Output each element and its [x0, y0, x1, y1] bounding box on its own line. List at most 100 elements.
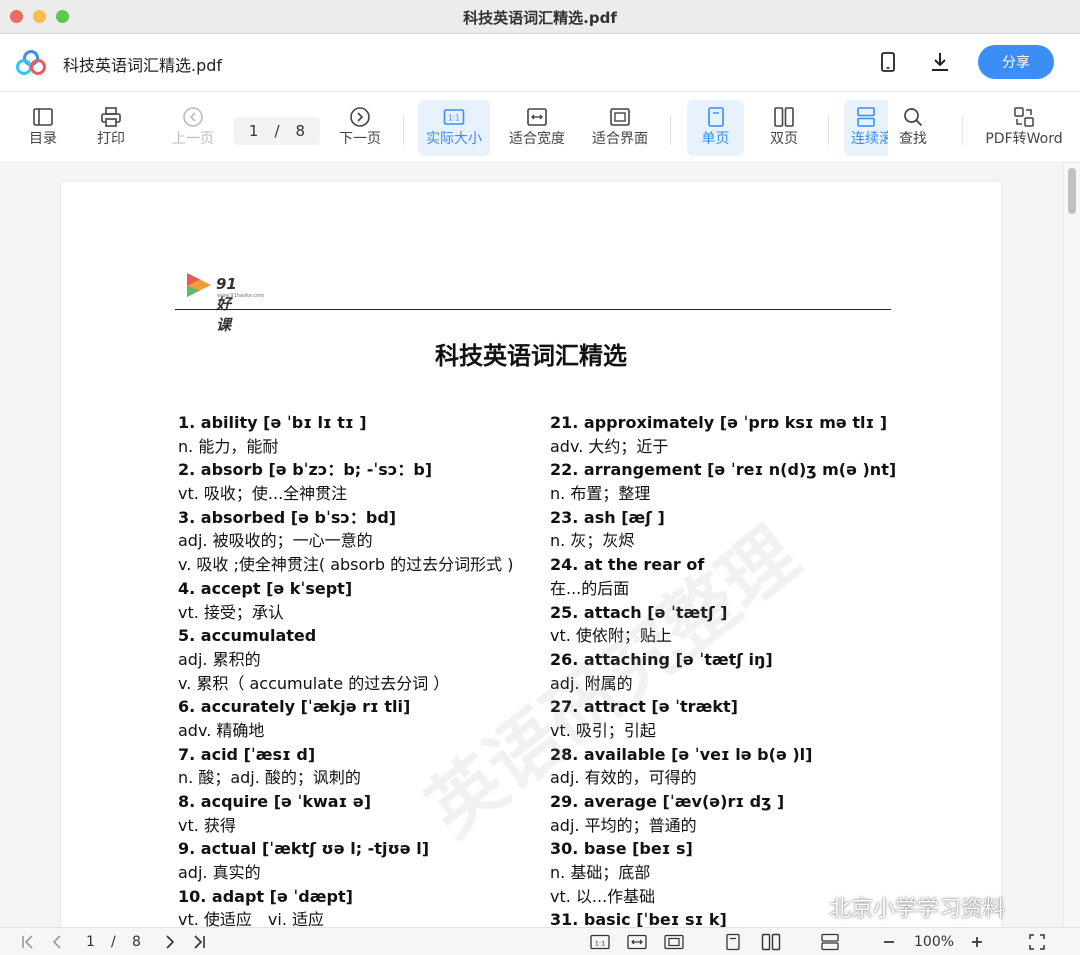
fit-page-button[interactable]: 适合界面	[587, 100, 653, 156]
download-icon[interactable]	[928, 50, 952, 74]
fit-page-label: 适合界面	[592, 131, 648, 147]
vocab-word: 30. base [beɪ s]	[550, 839, 693, 859]
vocab-word: 10. adapt [ə ˈdæpt]	[178, 886, 353, 906]
next-page-label: 下一页	[339, 131, 381, 147]
fit-width-icon[interactable]	[627, 933, 647, 951]
pdf-to-word-label: PDF转Word	[985, 131, 1063, 147]
window-title: 科技英语词汇精选.pdf	[463, 9, 617, 27]
vocab-definition: adj. 真实的	[178, 863, 261, 883]
search-button[interactable]: 查找	[888, 100, 938, 156]
header-rule	[175, 309, 891, 310]
vocab-word: 6. accurately [ˈækjə rɪ tli]	[178, 697, 411, 717]
document-viewer[interactable]: 91好课 www.91haoke.com 科技英语词汇精选 1. ability…	[0, 164, 1080, 927]
vocab-definition: vt. 使适应 vi. 适应	[178, 910, 325, 927]
toc-button[interactable]: 目录	[18, 100, 68, 156]
bottom-page-sep: /	[111, 934, 116, 950]
next-page-icon[interactable]	[163, 933, 177, 951]
bottom-page-total: 8	[132, 934, 141, 950]
single-page-icon[interactable]	[724, 933, 742, 951]
chevron-right-circle-icon	[350, 107, 370, 127]
vocab-word: 1. ability [ə ˈbɪ lɪ tɪ ]	[178, 413, 367, 432]
bottom-bar: 1 / 8 1:1 100%	[0, 927, 1080, 955]
single-page-button[interactable]: 单页	[687, 100, 744, 156]
brand-name: 91好课	[216, 275, 237, 334]
share-button[interactable]: 分享	[978, 45, 1054, 79]
pdf-to-word-button[interactable]: PDF转Word	[982, 100, 1066, 156]
fit-width-button[interactable]: 适合宽度	[504, 100, 570, 156]
svg-text:1:1: 1:1	[595, 939, 605, 947]
vocab-definition: vt. 接受；承认	[178, 602, 284, 622]
actual-size-button[interactable]: 1:1 实际大小	[418, 100, 490, 156]
continuous-scroll-label: 连续滚	[851, 131, 888, 147]
page-sep: /	[274, 122, 280, 140]
vocab-word: 21. approximately [ə ˈprɒ ksɪ mə tlɪ ]	[550, 413, 888, 432]
single-page-label: 单页	[701, 131, 730, 147]
single-page-icon	[707, 107, 724, 127]
print-button[interactable]: 打印	[86, 100, 136, 156]
page-indicator[interactable]: 1 / 8	[234, 117, 320, 145]
toc-icon	[33, 108, 53, 126]
fit-width-label: 适合宽度	[509, 131, 565, 147]
vocab-word: 29. average [ˈæv(ə)rɪ dʒ ]	[550, 792, 785, 811]
actual-size-icon[interactable]: 1:1	[590, 933, 610, 951]
double-page-label: 双页	[770, 131, 798, 147]
vocab-word: 3. absorbed [ə bˈsɔ：bd]	[178, 507, 397, 527]
chevron-left-circle-icon	[183, 107, 203, 127]
vocab-word: 5. accumulated	[178, 626, 317, 646]
continuous-scroll-button[interactable]: 连续滚	[844, 100, 888, 156]
phone-icon[interactable]	[876, 50, 900, 74]
fit-width-icon	[527, 108, 547, 126]
last-page-icon[interactable]	[191, 933, 207, 951]
prev-page-label: 上一页	[172, 131, 214, 147]
first-page-icon[interactable]	[20, 933, 36, 951]
vertical-scrollbar[interactable]	[1063, 164, 1080, 927]
fit-page-icon[interactable]	[664, 933, 684, 951]
continuous-scroll-icon[interactable]	[820, 933, 840, 951]
file-name: 科技英语词汇精选.pdf	[63, 56, 223, 75]
vocab-definition: n. 基础；底部	[550, 863, 651, 883]
vocab-word: 22. arrangement [ə ˈreɪ n(d)ʒ m(ə )nt]	[550, 460, 897, 480]
bottom-page-current[interactable]: 1	[86, 933, 95, 951]
fit-page-icon	[610, 108, 630, 126]
zoom-out-icon[interactable]	[881, 933, 897, 951]
toolbar-divider	[828, 115, 829, 145]
play-logo-icon	[187, 273, 211, 297]
toolbar-divider	[962, 115, 963, 145]
brand-url: www.91haoke.com	[217, 293, 265, 299]
pdf-page: 91好课 www.91haoke.com 科技英语词汇精选 1. ability…	[61, 182, 1001, 927]
zoom-level[interactable]: 100%	[914, 933, 954, 951]
double-page-icon	[774, 107, 794, 127]
wechat-watermark-text: 北京小学学习资料	[829, 897, 1006, 922]
prev-page-button[interactable]: 上一页	[166, 100, 220, 156]
print-label: 打印	[97, 131, 125, 147]
vocab-word: 2. absorb [ə bˈzɔ：b; -ˈsɔ：b]	[178, 460, 433, 480]
vocab-definition: vt. 吸收；使...全神贯注	[178, 484, 348, 504]
printer-icon	[101, 107, 121, 127]
vocab-definition: adj. 平均的；普通的	[550, 815, 697, 835]
app-header: 科技英语词汇精选.pdf 分享	[0, 34, 1080, 92]
next-page-button[interactable]: 下一页	[333, 100, 387, 156]
double-page-button[interactable]: 双页	[757, 100, 811, 156]
zoom-in-icon[interactable]	[969, 933, 985, 951]
scrollbar-thumb[interactable]	[1068, 168, 1076, 214]
double-page-icon[interactable]	[761, 933, 781, 951]
toc-label: 目录	[29, 131, 57, 147]
vocab-word: 4. accept [ə kˈsept]	[178, 578, 353, 598]
actual-size-label: 实际大小	[426, 131, 482, 147]
vocab-definition: adv. 大约；近于	[550, 436, 669, 456]
page-current: 1	[248, 122, 259, 140]
actual-size-icon: 1:1	[443, 109, 465, 125]
search-label: 查找	[899, 131, 927, 147]
fullscreen-icon[interactable]	[1028, 933, 1046, 951]
convert-icon	[1014, 107, 1034, 127]
vocab-definition: v. 累积（ accumulate 的过去分词 ）	[178, 673, 450, 693]
continuous-scroll-icon	[857, 107, 875, 127]
vocab-definition: adj. 累积的	[178, 649, 261, 669]
vocab-definition: adj. 被吸收的；一心一意的	[178, 531, 373, 551]
toolbar: 目录 打印 上一页 1/8 下一页 1:1 实际大小 适合宽度 适合界面 单页 …	[0, 93, 1080, 163]
window-titlebar: 科技英语词汇精选.pdf	[0, 0, 1080, 34]
search-icon	[904, 108, 923, 127]
prev-page-icon[interactable]	[50, 933, 64, 951]
page-total: 8	[295, 122, 306, 140]
vocab-definition: adj. 有效的，可得的	[550, 768, 697, 788]
